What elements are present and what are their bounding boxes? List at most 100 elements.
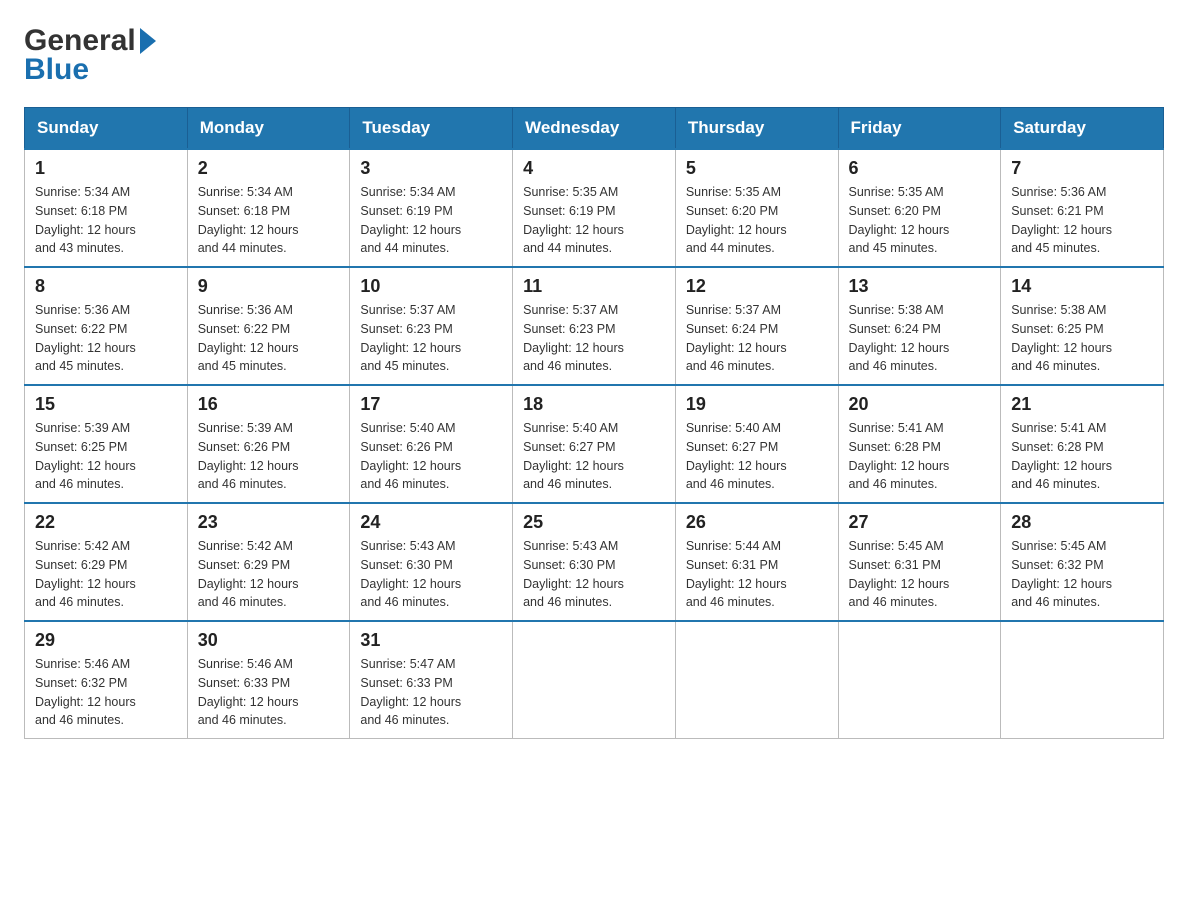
day-info: Sunrise: 5:41 AMSunset: 6:28 PMDaylight:… [849,419,991,494]
calendar-cell: 28 Sunrise: 5:45 AMSunset: 6:32 PMDayligh… [1001,503,1164,621]
calendar-cell [838,621,1001,739]
day-info: Sunrise: 5:35 AMSunset: 6:20 PMDaylight:… [849,183,991,258]
column-header-thursday: Thursday [675,108,838,150]
day-number: 14 [1011,276,1153,297]
day-number: 10 [360,276,502,297]
week-row-2: 8 Sunrise: 5:36 AMSunset: 6:22 PMDaylight… [25,267,1164,385]
day-info: Sunrise: 5:40 AMSunset: 6:27 PMDaylight:… [686,419,828,494]
calendar-cell: 4 Sunrise: 5:35 AMSunset: 6:19 PMDaylight… [513,149,676,267]
day-number: 6 [849,158,991,179]
calendar-cell: 24 Sunrise: 5:43 AMSunset: 6:30 PMDayligh… [350,503,513,621]
calendar-cell: 26Sunrise: 5:44 AMSunset: 6:31 PMDayligh… [675,503,838,621]
day-info: Sunrise: 5:34 AMSunset: 6:19 PMDaylight:… [360,183,502,258]
day-info: Sunrise: 5:39 AMSunset: 6:25 PMDaylight:… [35,419,177,494]
page-header: General Blue [24,24,1164,87]
calendar-cell: 20Sunrise: 5:41 AMSunset: 6:28 PMDayligh… [838,385,1001,503]
calendar-cell [513,621,676,739]
day-info: Sunrise: 5:46 AMSunset: 6:33 PMDaylight:… [198,655,340,730]
day-info: Sunrise: 5:42 AMSunset: 6:29 PMDaylight:… [198,537,340,612]
column-header-monday: Monday [187,108,350,150]
day-info: Sunrise: 5:45 AMSunset: 6:32 PMDaylight:… [1011,537,1153,612]
column-header-saturday: Saturday [1001,108,1164,150]
calendar-cell: 1 Sunrise: 5:34 AMSunset: 6:18 PMDaylight… [25,149,188,267]
calendar-cell [1001,621,1164,739]
calendar-cell: 31 Sunrise: 5:47 AMSunset: 6:33 PMDayligh… [350,621,513,739]
calendar-cell: 17 Sunrise: 5:40 AMSunset: 6:26 PMDayligh… [350,385,513,503]
day-number: 30 [198,630,340,651]
calendar-cell: 27Sunrise: 5:45 AMSunset: 6:31 PMDayligh… [838,503,1001,621]
day-info: Sunrise: 5:40 AMSunset: 6:27 PMDaylight:… [523,419,665,494]
calendar-cell: 15 Sunrise: 5:39 AMSunset: 6:25 PMDayligh… [25,385,188,503]
calendar-cell: 21 Sunrise: 5:41 AMSunset: 6:28 PMDayligh… [1001,385,1164,503]
calendar-cell: 11 Sunrise: 5:37 AMSunset: 6:23 PMDayligh… [513,267,676,385]
day-info: Sunrise: 5:37 AMSunset: 6:24 PMDaylight:… [686,301,828,376]
calendar-cell: 12 Sunrise: 5:37 AMSunset: 6:24 PMDayligh… [675,267,838,385]
day-info: Sunrise: 5:47 AMSunset: 6:33 PMDaylight:… [360,655,502,730]
day-number: 19 [686,394,828,415]
calendar-cell: 3 Sunrise: 5:34 AMSunset: 6:19 PMDaylight… [350,149,513,267]
day-number: 15 [35,394,177,415]
column-header-sunday: Sunday [25,108,188,150]
logo-triangle-icon [140,28,156,54]
day-info: Sunrise: 5:43 AMSunset: 6:30 PMDaylight:… [523,537,665,612]
calendar-table: SundayMondayTuesdayWednesdayThursdayFrid… [24,107,1164,739]
calendar-cell: 25 Sunrise: 5:43 AMSunset: 6:30 PMDayligh… [513,503,676,621]
week-row-3: 15 Sunrise: 5:39 AMSunset: 6:25 PMDayligh… [25,385,1164,503]
day-number: 22 [35,512,177,533]
day-info: Sunrise: 5:43 AMSunset: 6:30 PMDaylight:… [360,537,502,612]
day-number: 17 [360,394,502,415]
day-number: 21 [1011,394,1153,415]
calendar-cell: 29Sunrise: 5:46 AMSunset: 6:32 PMDayligh… [25,621,188,739]
day-info: Sunrise: 5:37 AMSunset: 6:23 PMDaylight:… [523,301,665,376]
day-info: Sunrise: 5:35 AMSunset: 6:20 PMDaylight:… [686,183,828,258]
day-number: 18 [523,394,665,415]
day-info: Sunrise: 5:34 AMSunset: 6:18 PMDaylight:… [198,183,340,258]
day-number: 24 [360,512,502,533]
day-info: Sunrise: 5:40 AMSunset: 6:26 PMDaylight:… [360,419,502,494]
calendar-cell [675,621,838,739]
column-header-tuesday: Tuesday [350,108,513,150]
day-info: Sunrise: 5:36 AMSunset: 6:22 PMDaylight:… [198,301,340,376]
day-number: 11 [523,276,665,297]
day-number: 8 [35,276,177,297]
column-header-friday: Friday [838,108,1001,150]
day-number: 16 [198,394,340,415]
calendar-cell: 14 Sunrise: 5:38 AMSunset: 6:25 PMDayligh… [1001,267,1164,385]
day-number: 7 [1011,158,1153,179]
week-row-5: 29Sunrise: 5:46 AMSunset: 6:32 PMDayligh… [25,621,1164,739]
week-row-4: 22 Sunrise: 5:42 AMSunset: 6:29 PMDayligh… [25,503,1164,621]
calendar-cell: 23 Sunrise: 5:42 AMSunset: 6:29 PMDayligh… [187,503,350,621]
day-number: 4 [523,158,665,179]
calendar-cell: 9 Sunrise: 5:36 AMSunset: 6:22 PMDaylight… [187,267,350,385]
logo: General Blue [24,24,158,87]
day-info: Sunrise: 5:34 AMSunset: 6:18 PMDaylight:… [35,183,177,258]
day-info: Sunrise: 5:38 AMSunset: 6:24 PMDaylight:… [849,301,991,376]
day-number: 12 [686,276,828,297]
calendar-cell: 30 Sunrise: 5:46 AMSunset: 6:33 PMDayligh… [187,621,350,739]
week-row-1: 1 Sunrise: 5:34 AMSunset: 6:18 PMDaylight… [25,149,1164,267]
calendar-cell: 22Sunrise: 5:42 AMSunset: 6:29 PMDayligh… [25,503,188,621]
calendar-cell: 7Sunrise: 5:36 AMSunset: 6:21 PMDaylight… [1001,149,1164,267]
calendar-cell: 19 Sunrise: 5:40 AMSunset: 6:27 PMDayligh… [675,385,838,503]
day-number: 13 [849,276,991,297]
day-number: 31 [360,630,502,651]
day-number: 26 [686,512,828,533]
day-number: 25 [523,512,665,533]
day-info: Sunrise: 5:41 AMSunset: 6:28 PMDaylight:… [1011,419,1153,494]
day-number: 1 [35,158,177,179]
day-number: 9 [198,276,340,297]
day-info: Sunrise: 5:35 AMSunset: 6:19 PMDaylight:… [523,183,665,258]
day-number: 3 [360,158,502,179]
calendar-cell: 10Sunrise: 5:37 AMSunset: 6:23 PMDayligh… [350,267,513,385]
day-number: 28 [1011,512,1153,533]
logo-blue-text: Blue [24,53,89,87]
calendar-cell: 2Sunrise: 5:34 AMSunset: 6:18 PMDaylight… [187,149,350,267]
calendar-cell: 6 Sunrise: 5:35 AMSunset: 6:20 PMDaylight… [838,149,1001,267]
day-number: 5 [686,158,828,179]
day-number: 23 [198,512,340,533]
calendar-cell: 13 Sunrise: 5:38 AMSunset: 6:24 PMDayligh… [838,267,1001,385]
day-info: Sunrise: 5:39 AMSunset: 6:26 PMDaylight:… [198,419,340,494]
day-info: Sunrise: 5:36 AMSunset: 6:22 PMDaylight:… [35,301,177,376]
day-number: 29 [35,630,177,651]
day-info: Sunrise: 5:38 AMSunset: 6:25 PMDaylight:… [1011,301,1153,376]
